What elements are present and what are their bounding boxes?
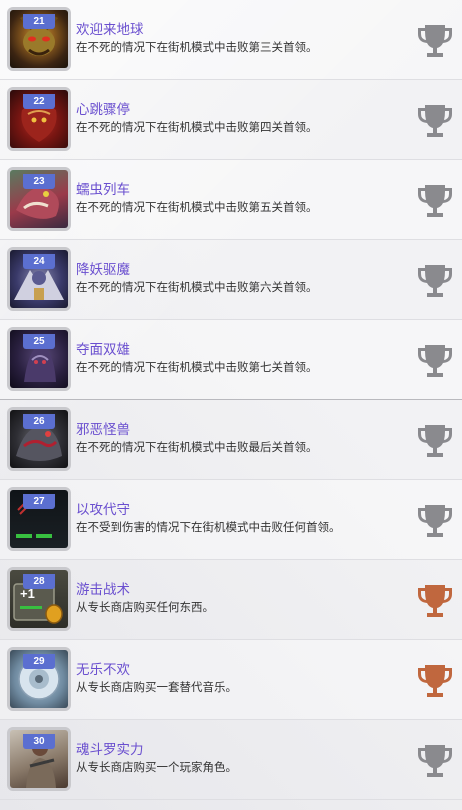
- achievement-row-29[interactable]: 29 无乐不欢 从专长商店购买一套替代音乐。: [0, 640, 462, 720]
- achievement-title: 心跳骤停: [76, 102, 130, 118]
- achievement-number: 29: [23, 654, 55, 669]
- achievement-description: 在不死的情况下在街机模式中击败第五关首领。: [76, 200, 318, 214]
- achievement-number: 22: [23, 94, 55, 109]
- achievement-row-24[interactable]: 24 降妖驱魔 在不死的情况下在街机模式中击败第六关首领。: [0, 240, 462, 320]
- achievement-description: 在不死的情况下在街机模式中击败第四关首领。: [76, 120, 318, 134]
- achievement-row-23[interactable]: 23 蠕虫列车 在不死的情况下在街机模式中击败第五关首领。: [0, 160, 462, 240]
- achievement-description: 在不受到伤害的情况下在街机模式中击败任何首领。: [76, 520, 341, 534]
- achievement-description: 从专长商店购买一个玩家角色。: [76, 760, 237, 774]
- silver-trophy-icon: [418, 345, 452, 377]
- silver-trophy-icon: [418, 745, 452, 777]
- achievement-number: 30: [23, 734, 55, 749]
- achievement-row-22[interactable]: 22 心跳骤停 在不死的情况下在街机模式中击败第四关首领。: [0, 80, 462, 160]
- achievement-description: 从专长商店购买任何东西。: [76, 600, 214, 614]
- achievement-description: 在不死的情况下在街机模式中击败第七关首领。: [76, 360, 318, 374]
- achievement-number: 26: [23, 414, 55, 429]
- achievement-number: 25: [23, 334, 55, 349]
- silver-trophy-icon: [418, 425, 452, 457]
- achievement-number: 23: [23, 174, 55, 189]
- silver-trophy-icon: [418, 25, 452, 57]
- achievement-row-21[interactable]: 21 欢迎来地球 在不死的情况下在街机模式中击败第三关首领。: [0, 0, 462, 80]
- achievement-description: 在不死的情况下在街机模式中击败第三关首领。: [76, 40, 318, 54]
- achievement-number: 21: [23, 14, 55, 29]
- achievement-description: 从专长商店购买一套替代音乐。: [76, 680, 237, 694]
- achievement-title: 降妖驱魔: [76, 262, 130, 278]
- achievement-row-25[interactable]: 25 夺面双雄 在不死的情况下在街机模式中击败第七关首领。: [0, 320, 462, 400]
- silver-trophy-icon: [418, 265, 452, 297]
- achievement-row-27[interactable]: 27 以攻代守 在不受到伤害的情况下在街机模式中击败任何首领。: [0, 480, 462, 560]
- achievement-title: 游击战术: [76, 582, 130, 598]
- silver-trophy-icon: [418, 505, 452, 537]
- achievement-description: 在不死的情况下在街机模式中击败第六关首领。: [76, 280, 318, 294]
- achievement-title: 蠕虫列车: [76, 182, 130, 198]
- bronze-trophy-icon: [418, 585, 452, 617]
- achievement-row-26[interactable]: 26 邪恶怪兽 在不死的情况下在街机模式中击败最后关首领。: [0, 400, 462, 480]
- bronze-trophy-icon: [418, 665, 452, 697]
- achievement-row-30[interactable]: 30 魂斗罗实力 从专长商店购买一个玩家角色。: [0, 720, 462, 800]
- achievement-number: 28: [23, 574, 55, 589]
- achievement-title: 无乐不欢: [76, 662, 130, 678]
- achievement-list: 21 欢迎来地球 在不死的情况下在街机模式中击败第三关首领。 22 心跳骤停 在…: [0, 0, 462, 800]
- achievement-title: 欢迎来地球: [76, 22, 144, 38]
- achievement-title: 邪恶怪兽: [76, 422, 130, 438]
- achievement-title: 魂斗罗实力: [76, 742, 144, 758]
- achievement-number: 27: [23, 494, 55, 509]
- achievement-title: 以攻代守: [76, 502, 130, 518]
- achievement-number: 24: [23, 254, 55, 269]
- achievement-description: 在不死的情况下在街机模式中击败最后关首领。: [76, 440, 318, 454]
- achievement-row-28[interactable]: +1 28 游击战术 从专长商店购买任何东西。: [0, 560, 462, 640]
- silver-trophy-icon: [418, 185, 452, 217]
- achievement-title: 夺面双雄: [76, 342, 130, 358]
- silver-trophy-icon: [418, 105, 452, 137]
